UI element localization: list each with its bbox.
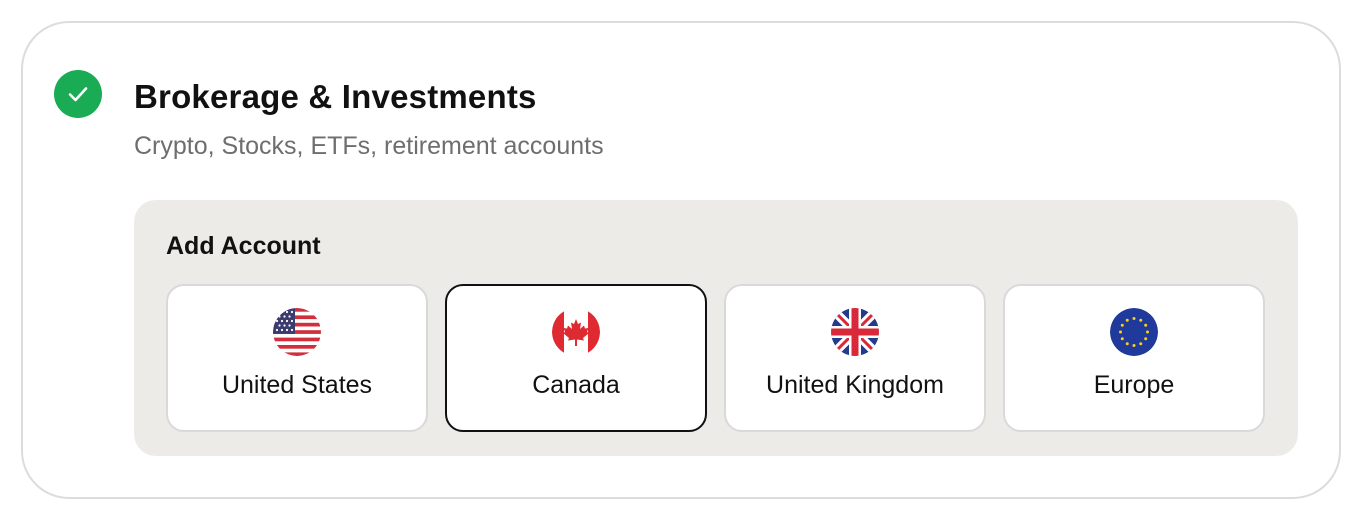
region-option-united-kingdom[interactable]: United Kingdom (724, 284, 986, 432)
region-options: United States Canada United Kingdom Euro… (166, 284, 1265, 432)
region-option-europe[interactable]: Europe (1003, 284, 1265, 432)
add-account-title: Add Account (166, 232, 321, 260)
uk-flag-icon (831, 308, 879, 356)
eu-flag-icon (1110, 308, 1158, 356)
add-account-panel: Add Account United States Canada United … (134, 200, 1298, 456)
brokerage-investments-card: Brokerage & Investments Crypto, Stocks, … (21, 21, 1341, 499)
region-option-united-states[interactable]: United States (166, 284, 428, 432)
region-label: United States (221, 371, 373, 399)
region-label: Canada (532, 371, 620, 399)
check-circle-icon (54, 70, 102, 118)
canada-flag-icon (552, 308, 600, 356)
section-title: Brokerage & Investments (134, 78, 537, 115)
us-flag-icon (273, 308, 321, 356)
region-label: United Kingdom (766, 371, 944, 399)
section-subtitle: Crypto, Stocks, ETFs, retirement account… (134, 132, 604, 160)
region-option-canada[interactable]: Canada (445, 284, 707, 432)
region-label: Europe (1093, 371, 1175, 399)
